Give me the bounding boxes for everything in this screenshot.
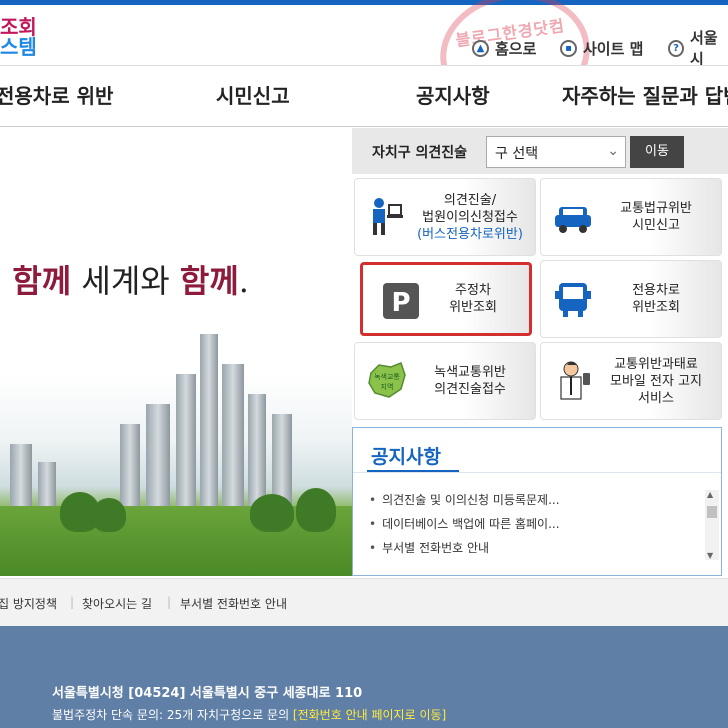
list-item[interactable]: 부서별 전화번호 안내 <box>369 536 689 560</box>
slogan-together-1: 함께 <box>12 262 72 300</box>
skyline-building <box>10 444 32 514</box>
tile-line: 법원이의신청접수 <box>422 209 518 225</box>
skyline-building <box>120 424 140 514</box>
site-header: 조회 스템 블로그한경닷컴 ▲ 홈으로 ▪ 사이트 맵 ? 서울시 <box>0 0 728 123</box>
nav-item-faq[interactable]: 자주하는 질문과 답변 <box>562 80 728 109</box>
footer-link-policy[interactable]: 집 방지정책 <box>0 595 57 612</box>
tile-line: 의견진술접수 <box>434 382 506 397</box>
tile-opinion-statement[interactable]: 의견진술/ 법원이의신청접수 (버스전용차로위반) <box>354 178 536 256</box>
tile-line: 모바일 전자 고지 <box>610 373 702 389</box>
main-nav: 전용차로 위반 시민신고 공지사항 자주하는 질문과 답변 <box>0 65 728 127</box>
district-select-value: 구 선택 <box>495 146 539 162</box>
notice-scrollbar[interactable]: ▲ ▼ <box>705 490 719 560</box>
scroll-down-icon[interactable]: ▼ <box>707 551 713 560</box>
nav-item-notices[interactable]: 공지사항 <box>416 80 490 109</box>
tile-line: 주정차 <box>455 283 491 298</box>
tile-line: 전용차로 <box>632 283 680 298</box>
footer-inquiry: 불법주정차 단속 문의: 25개 자치구청으로 문의 [전화번호 안내 페이지로… <box>52 706 446 723</box>
tree-decoration <box>296 488 336 532</box>
util-sitemap-label: 사이트 맵 <box>583 39 644 58</box>
district-go-button[interactable]: 이동 <box>630 136 684 168</box>
scrollbar-thumb[interactable] <box>707 506 717 518</box>
tree-decoration <box>250 494 294 532</box>
tile-line: 교통법규위반 <box>620 201 692 216</box>
sitemap-icon: ▪ <box>560 39 577 57</box>
slogan-prefix: · <box>0 262 12 300</box>
footer-links: 집 방지정책 | 찾아오시는 길 | 부서별 전화번호 안내 <box>0 578 728 626</box>
bus-icon <box>555 283 591 317</box>
tile-mobile-notice-text: 교통위반과태료 모바일 전자 고지 서비스 <box>597 343 715 419</box>
home-icon: ▲ <box>472 39 489 57</box>
tile-line: 위반조회 <box>632 300 680 315</box>
nav-item-citizen-report[interactable]: 시민신고 <box>216 80 290 109</box>
tile-parking-violation-lookup[interactable]: P 주정차 위반조회 <box>360 262 532 336</box>
util-sitemap-link[interactable]: ▪ 사이트 맵 <box>560 37 643 59</box>
seoul-icon: ? <box>668 39 684 57</box>
tile-citizen-report-text: 교통법규위반 시민신고 <box>597 179 715 255</box>
tile-citizen-report[interactable]: 교통법규위반 시민신고 <box>540 178 722 256</box>
tile-mobile-notice[interactable]: 교통위반과태료 모바일 전자 고지 서비스 <box>540 342 722 420</box>
footer-inquiry-text: 불법주정차 단속 문의: 25개 자치구청으로 문의 <box>52 708 293 722</box>
footer-address: 서울특별시청 [04524] 서울특별시 중구 세종대로 110 <box>52 686 363 701</box>
person-desk-icon <box>373 198 403 235</box>
skyline-building <box>200 334 218 514</box>
footer-link-separator: | <box>167 595 172 609</box>
chevron-down-icon: ⌄ <box>607 143 619 159</box>
notice-box: 공지사항 의견진술 및 이의신청 미등록문제... 데이터베이스 백업에 따른 … <box>352 427 722 576</box>
tile-bus-lane-text: 전용차로 위반조회 <box>597 261 715 337</box>
tile-bus-lane-lookup[interactable]: 전용차로 위반조회 <box>540 260 722 338</box>
footer-phone-page-link[interactable]: [전화번호 안내 페이지로 이동] <box>293 708 446 722</box>
tile-parking-violation-text: 주정차 위반조회 <box>423 265 523 333</box>
hero-slogan: · 함께 세계와 함께. <box>0 256 249 302</box>
util-home-link[interactable]: ▲ 홈으로 <box>472 37 536 59</box>
site-logo[interactable]: 조회 스템 <box>0 17 37 57</box>
skyline-building <box>222 364 244 514</box>
tile-line: (버스전용차로위반) <box>417 226 523 242</box>
logo-line-2: 스템 <box>0 35 37 59</box>
skyline-building <box>176 374 196 514</box>
slogan-together-2: 함께 <box>179 262 239 300</box>
tile-line: 시민신고 <box>632 218 680 233</box>
slogan-middle: 세계와 <box>71 262 180 300</box>
tile-line: 의견진술/ <box>443 192 497 208</box>
tile-opinion-statement-text: 의견진술/ 법원이의신청접수 (버스전용차로위반) <box>411 179 529 255</box>
tile-line: 녹색교통위반 <box>434 365 506 380</box>
util-seoul-link[interactable]: ? 서울시 <box>668 29 728 68</box>
tile-line: 위반조회 <box>449 300 497 315</box>
scroll-up-icon[interactable]: ▲ <box>707 490 713 499</box>
hero-banner: · 함께 세계와 함께. <box>0 128 352 576</box>
parking-icon: P <box>383 283 419 319</box>
footer-link-directions[interactable]: 찾아오시는 길 <box>82 595 152 612</box>
tile-green-traffic-opinion[interactable]: 녹색교통 지역 녹색교통위반 의견진술접수 <box>354 342 536 420</box>
mobile-man-icon <box>560 361 590 400</box>
list-item[interactable]: 의견진술 및 이의신청 미등록문제... <box>369 488 689 512</box>
list-item[interactable]: 데이터베이스 백업에 따른 홈페이... <box>369 512 689 536</box>
skyline-building <box>146 404 170 514</box>
notice-list: 의견진술 및 이의신청 미등록문제... 데이터베이스 백업에 따른 홈페이..… <box>369 488 689 560</box>
nav-item-bus-lane-violation[interactable]: 전용차로 위반 <box>0 80 113 109</box>
tile-line: 교통위반과태료 <box>614 356 698 372</box>
notice-divider <box>353 472 721 473</box>
logo-line-1: 조회 <box>0 15 37 39</box>
district-select[interactable]: 구 선택 ⌄ <box>486 136 626 168</box>
tile-line: 서비스 <box>638 390 674 406</box>
footer-link-phone[interactable]: 부서별 전화번호 안내 <box>180 595 287 612</box>
district-opinion-bar: 자치구 의견진술 구 선택 ⌄ 이동 <box>352 128 728 174</box>
slogan-end: . <box>238 262 249 300</box>
util-seoul-label: 서울시 <box>689 29 718 68</box>
green-zone-top-label: 녹색교통 <box>374 372 400 381</box>
district-opinion-label: 자치구 의견진술 <box>372 145 468 161</box>
tree-decoration <box>92 498 126 532</box>
green-zone-bottom-label: 지역 <box>381 382 394 391</box>
tile-green-traffic-text: 녹색교통위반 의견진술접수 <box>411 343 529 419</box>
green-zone-map-icon: 녹색교통 지역 <box>368 362 406 398</box>
car-icon <box>555 207 591 233</box>
svg-text:P: P <box>391 288 410 318</box>
notice-title[interactable]: 공지사항 <box>371 442 441 469</box>
util-home-label: 홈으로 <box>495 39 537 58</box>
site-footer: 서울특별시청 [04524] 서울특별시 중구 세종대로 110 불법주정차 단… <box>0 626 728 728</box>
footer-link-separator: | <box>70 595 75 609</box>
